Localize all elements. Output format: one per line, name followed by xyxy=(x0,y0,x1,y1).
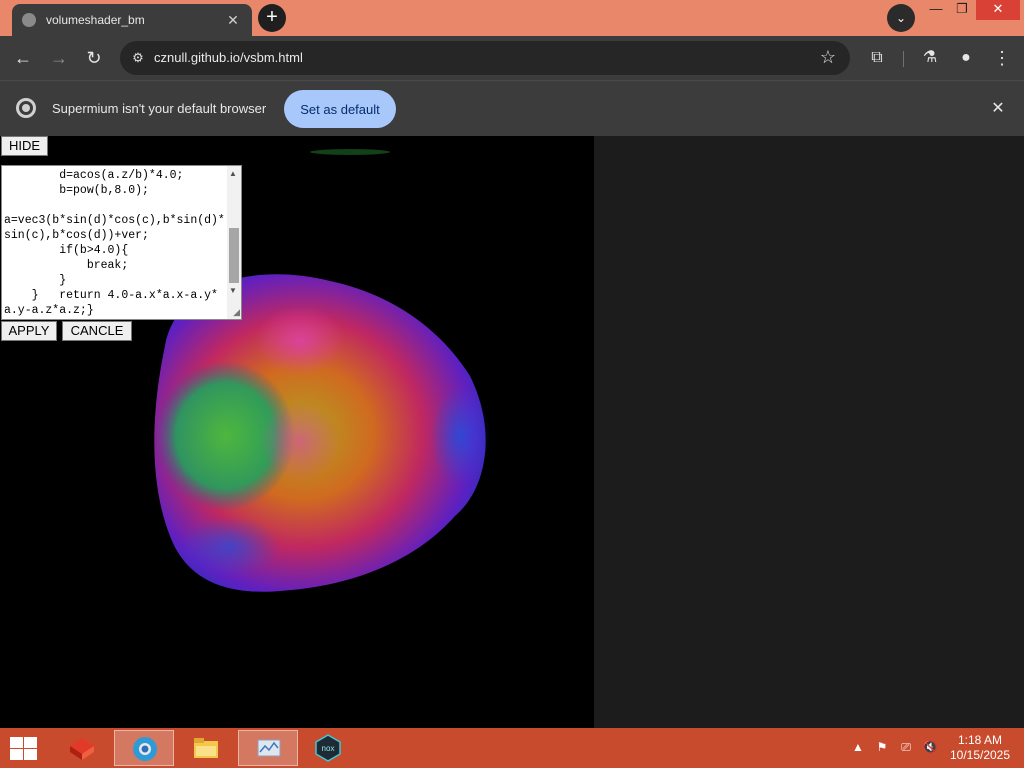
toolbar: ← → ↻ ⚙ cznull.github.io/vsbm.html ☆ ⧉ ⚗… xyxy=(0,36,1024,80)
taskbar-app-nox[interactable]: nox xyxy=(298,730,358,766)
infobar-close-icon[interactable]: ✕ xyxy=(988,98,1008,118)
labs-flask-icon[interactable]: ⚗ xyxy=(918,46,942,70)
scroll-down-arrow-icon[interactable]: ▼ xyxy=(229,286,237,295)
tab-strip: volumeshader_bm ✕ + ⌄ — ❐ ✕ xyxy=(0,0,1024,36)
resize-handle-icon[interactable]: ◢ xyxy=(233,307,240,318)
empty-right-area xyxy=(594,136,1024,728)
tab-title: volumeshader_bm xyxy=(46,13,145,27)
system-clock[interactable]: 1:18 AM 10/15/2025 xyxy=(942,733,1018,763)
browser-window: volumeshader_bm ✕ + ⌄ — ❐ ✕ ← → ↻ ⚙ cznu… xyxy=(0,0,1024,768)
start-windows-icon[interactable] xyxy=(8,736,38,760)
scroll-thumb[interactable] xyxy=(229,228,239,283)
window-close-button[interactable]: ✕ xyxy=(976,0,1020,20)
nox-app-icon: nox xyxy=(315,734,341,762)
reload-button[interactable]: ↻ xyxy=(81,45,107,71)
taskbar-app-browser[interactable] xyxy=(114,730,174,766)
restore-button[interactable]: ❐ xyxy=(952,0,972,20)
taskbar: nox ▲ ⚑ ⎚ 🔇 1:18 AM 10/15/2025 xyxy=(0,728,1024,768)
close-tab-icon[interactable]: ✕ xyxy=(224,12,242,29)
action-center-flag-icon[interactable]: ⚑ xyxy=(874,740,890,756)
hide-button[interactable]: HIDE xyxy=(1,136,48,156)
globe-icon xyxy=(22,13,36,27)
page-content: HIDE d=acos(a.z/b)*4.0; b=pow(b,8.0); a=… xyxy=(0,136,1024,728)
shader-code-text[interactable]: d=acos(a.z/b)*4.0; b=pow(b,8.0); a=vec3(… xyxy=(4,168,228,318)
back-button[interactable]: ← xyxy=(10,45,36,71)
scroll-up-arrow-icon[interactable]: ▲ xyxy=(229,169,237,178)
new-tab-button[interactable]: + xyxy=(258,4,286,32)
apply-button[interactable]: APPLY xyxy=(1,321,57,341)
shader-code-editor[interactable]: d=acos(a.z/b)*4.0; b=pow(b,8.0); a=vec3(… xyxy=(1,165,242,320)
address-bar[interactable]: ⚙ cznull.github.io/vsbm.html ☆ xyxy=(120,41,850,75)
folder-icon xyxy=(194,738,218,758)
network-icon[interactable]: ⎚ xyxy=(898,740,914,756)
monitor-app-icon xyxy=(257,739,281,757)
bookmark-star-icon[interactable]: ☆ xyxy=(820,47,836,68)
toolbar-separator xyxy=(903,51,904,67)
profile-icon[interactable]: ● xyxy=(954,46,978,70)
clock-date: 10/15/2025 xyxy=(949,748,1011,762)
clock-time: 1:18 AM xyxy=(957,733,1003,747)
editor-scrollbar[interactable]: ▲ ▼ xyxy=(227,166,241,319)
url-text: cznull.github.io/vsbm.html xyxy=(154,50,303,65)
forward-button[interactable]: → xyxy=(46,45,72,71)
set-as-default-button[interactable]: Set as default xyxy=(284,90,396,128)
menu-kebab-icon[interactable]: ⋮ xyxy=(990,46,1014,70)
minimize-button[interactable]: — xyxy=(926,0,946,20)
svg-text:nox: nox xyxy=(322,744,335,753)
site-info-icon[interactable]: ⚙ xyxy=(128,48,148,68)
taskbar-app-red[interactable] xyxy=(52,730,112,766)
browser-logo-icon xyxy=(16,98,36,118)
taskbar-app-explorer[interactable] xyxy=(176,730,236,766)
tray-overflow-icon[interactable]: ▲ xyxy=(850,740,866,756)
extensions-icon[interactable]: ⧉ xyxy=(865,46,889,70)
default-browser-infobar: Supermium isn't your default browser Set… xyxy=(0,80,1024,136)
taskbar-app-monitor[interactable] xyxy=(238,730,298,766)
cancel-button[interactable]: CANCLE xyxy=(62,321,132,341)
red-box-app-icon xyxy=(70,738,94,760)
infobar-message: Supermium isn't your default browser xyxy=(52,101,267,116)
tab-search-button[interactable]: ⌄ xyxy=(887,4,915,32)
browser-app-icon xyxy=(133,737,157,761)
volume-muted-icon[interactable]: 🔇 xyxy=(922,740,938,756)
tab-volumeshader[interactable]: volumeshader_bm ✕ xyxy=(12,4,252,36)
